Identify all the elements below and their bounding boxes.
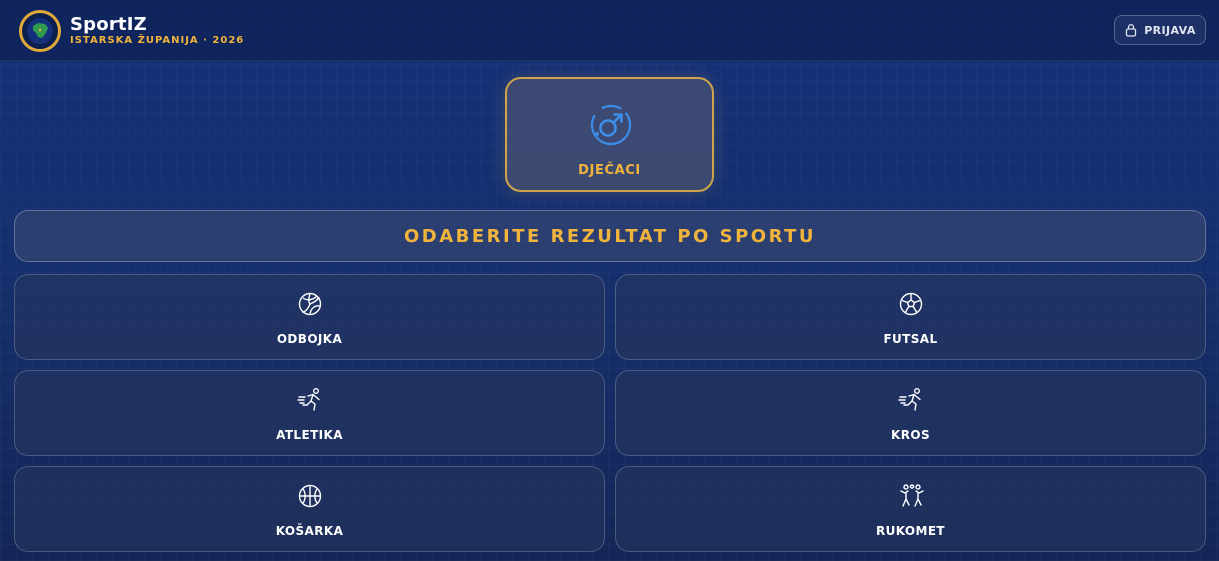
sport-label: RUKOMET xyxy=(875,524,946,538)
login-button[interactable]: PRIJAVA xyxy=(1114,15,1206,45)
soccer-ball-icon xyxy=(898,291,924,317)
app-header: SportIZ ISTARSKA ŽUPANIJA · 2026 PRIJAVA xyxy=(0,0,1219,61)
section-banner: ODABERITE REZULTAT PO SPORTU xyxy=(14,210,1206,262)
sport-label: ATLETIKA xyxy=(276,428,343,442)
running-icon xyxy=(296,387,323,413)
category-card-boys[interactable]: DJEČACI xyxy=(505,77,714,192)
sport-card-kros[interactable]: KROS xyxy=(615,370,1206,456)
male-symbol-icon xyxy=(589,103,633,151)
sport-card-kosarka[interactable]: KOŠARKA xyxy=(14,466,605,552)
login-label: PRIJAVA xyxy=(1144,23,1196,37)
basketball-icon xyxy=(297,483,323,509)
logo[interactable] xyxy=(19,10,61,52)
lock-icon xyxy=(1126,24,1137,37)
running-icon xyxy=(897,387,924,413)
volleyball-icon xyxy=(297,291,323,317)
sport-card-atletika[interactable]: ATLETIKA xyxy=(14,370,605,456)
sport-label: ODBOJKA xyxy=(276,332,343,346)
brand-name: SportIZ xyxy=(70,14,147,35)
sport-card-rukomet[interactable]: RUKOMET xyxy=(615,466,1206,552)
sport-label: FUTSAL xyxy=(883,332,938,346)
handball-icon xyxy=(898,483,924,509)
sport-label: KOŠARKA xyxy=(275,524,344,538)
brand-subtitle: ISTARSKA ŽUPANIJA · 2026 xyxy=(70,35,245,46)
sport-card-odbojka[interactable]: ODBOJKA xyxy=(14,274,605,360)
category-label: DJEČACI xyxy=(578,163,641,178)
sport-label: KROS xyxy=(891,428,930,442)
section-title: ODABERITE REZULTAT PO SPORTU xyxy=(403,225,817,247)
sport-card-futsal[interactable]: FUTSAL xyxy=(615,274,1206,360)
istria-map-icon xyxy=(27,18,53,44)
